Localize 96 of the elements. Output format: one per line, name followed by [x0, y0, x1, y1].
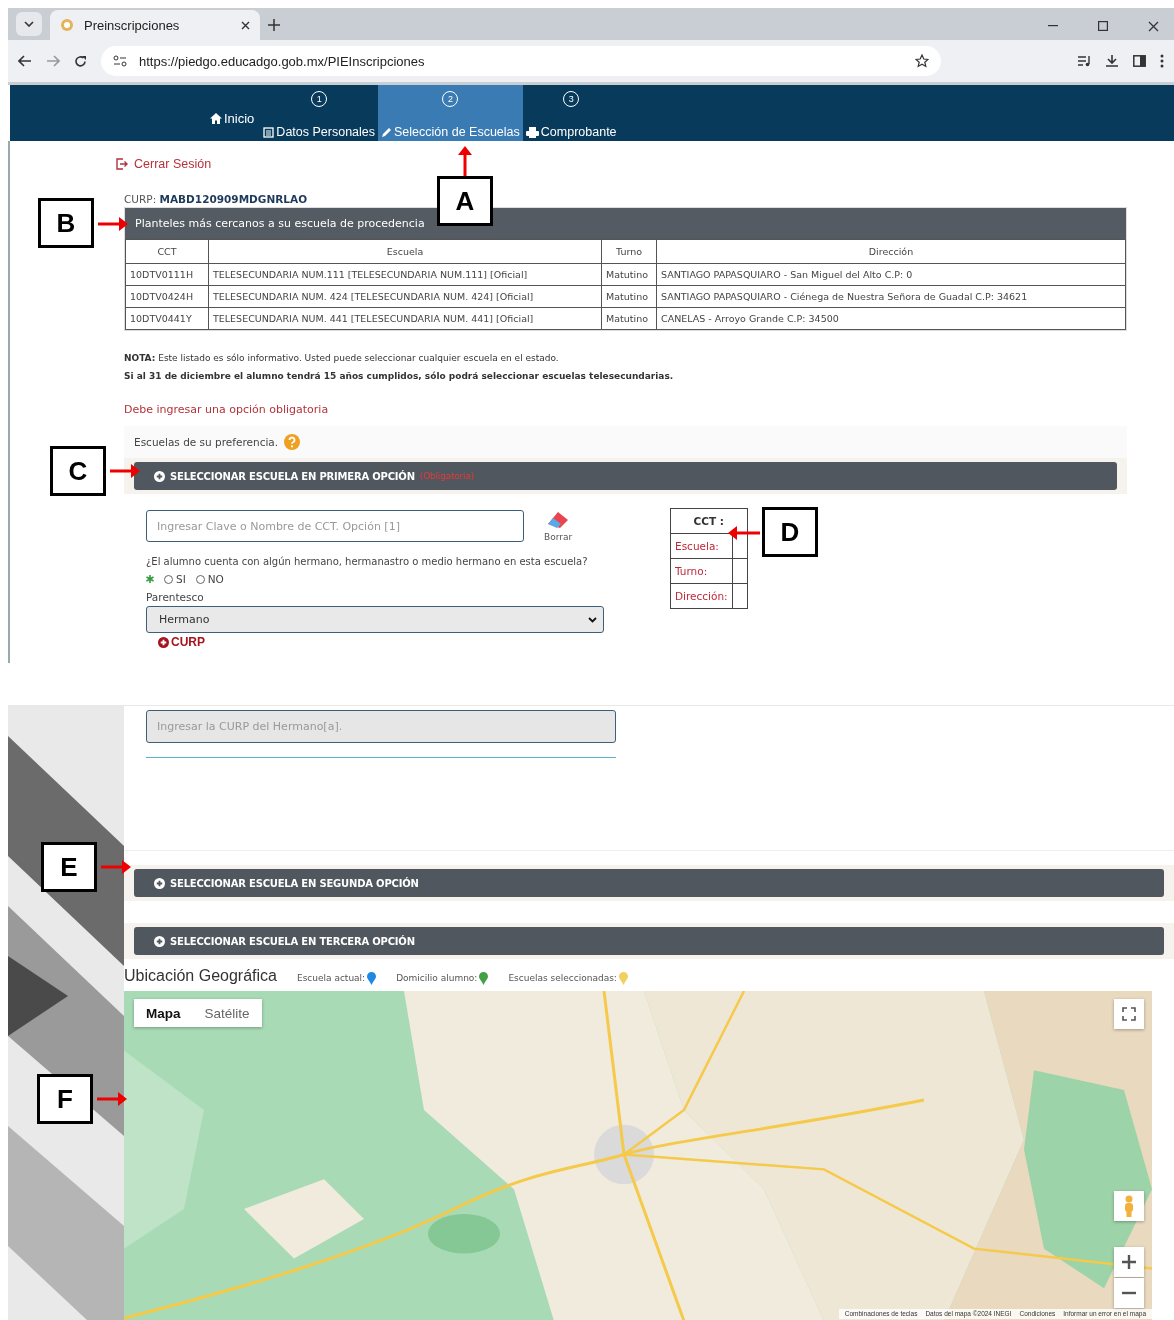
question-text: ¿El alumno cuenta con algún hermano, hermanastro o medio hermano en esta escuela? — [146, 556, 588, 567]
plus-circle-icon — [154, 935, 165, 947]
accordion-header[interactable]: SELECCIONAR ESCUELA EN PRIMERA OPCIÓN (Obligatoria) — [134, 462, 1117, 490]
logout-link[interactable]: Cerrar Sesión — [116, 157, 1174, 171]
section-title: Ubicación Geográfica — [124, 967, 277, 985]
minus-icon — [1122, 1291, 1136, 1295]
side-panel-icon[interactable] — [1133, 55, 1146, 67]
callout-label: B — [38, 198, 94, 248]
fullscreen-button[interactable] — [1114, 999, 1144, 1029]
legend-item: Domicilio alumno: — [396, 971, 489, 985]
table-cell: 10DTV0424H — [125, 285, 209, 308]
legend-item: Escuelas seleccionadas: — [508, 971, 628, 985]
reload-icon[interactable] — [74, 54, 87, 68]
nav-link[interactable]: Inicio — [210, 85, 255, 141]
browser-tab[interactable]: Preinscripciones — [50, 10, 260, 40]
relation-select[interactable]: Hermano — [146, 606, 604, 633]
arrow — [101, 860, 131, 874]
add-curp-link[interactable]: CURP — [158, 635, 205, 649]
callout-label: A — [437, 176, 493, 226]
detail-label: CCT : — [670, 508, 748, 534]
map-type-button[interactable]: Mapa — [134, 999, 193, 1027]
fullscreen-icon — [1122, 1007, 1136, 1021]
table-cell: SANTIAGO PAPASQUIARO - San Miguel del Alto C.P: 0 — [656, 263, 1126, 286]
clear-button[interactable]: Borrar — [544, 510, 573, 542]
arrow — [97, 1092, 127, 1106]
callout-label: D — [762, 507, 818, 557]
arrow — [110, 464, 140, 478]
plus-circle-icon — [154, 877, 165, 889]
table-cell: CANELAS - Arroyo Grande C.P: 34500 — [656, 307, 1126, 330]
tab-list-button[interactable] — [16, 12, 42, 36]
accordion-header[interactable]: SELECCIONAR ESCUELA EN SEGUNDA OPCIÓN — [134, 869, 1164, 897]
radio-option[interactable]: SI — [164, 573, 186, 585]
step-tab[interactable]: 2 Selección de Escuelas — [378, 85, 523, 141]
detail-label: Turno: — [670, 558, 733, 584]
step-tab[interactable]: 3 Comprobante — [522, 85, 620, 141]
column-header: Escuela — [208, 239, 602, 264]
table-cell: Matutino — [601, 263, 657, 286]
section-label: Escuelas de su preferencia. — [134, 436, 279, 448]
column-header: Turno — [601, 239, 657, 264]
printer-icon — [525, 126, 539, 138]
site-logo-icon — [60, 18, 74, 32]
field-label: Parentesco — [146, 591, 204, 603]
callout-label: C — [50, 446, 106, 496]
table-cell: Matutino — [601, 307, 657, 330]
new-tab-icon[interactable] — [268, 19, 280, 31]
radio-option[interactable]: NO — [195, 573, 224, 585]
zoom-out-button[interactable] — [1114, 1278, 1144, 1308]
plus-circle-icon — [158, 636, 169, 648]
arrow — [98, 217, 128, 231]
accordion-header[interactable]: SELECCIONAR ESCUELA EN TERCERA OPCIÓN — [134, 927, 1164, 955]
logout-icon — [116, 158, 128, 170]
map-type-button[interactable]: Satélite — [192, 999, 262, 1027]
minimize-icon[interactable] — [1048, 25, 1058, 27]
table-cell: TELESECUNDARIA NUM. 424 [TELESECUNDARIA NUM. 424] [Oficial] — [208, 285, 602, 308]
step-tab[interactable]: 1 Datos Personales — [260, 85, 379, 141]
curp-field[interactable]: Ingresar la CURP del Hermano[a]. — [146, 710, 616, 743]
bookmark-star-icon[interactable] — [915, 54, 929, 68]
address-bar[interactable]: https://piedgo.educadgo.gob.mx/PIEInscripciones — [101, 46, 941, 76]
chevron-down-icon — [24, 21, 34, 27]
table-cell: SANTIAGO PAPASQUIARO - Ciénega de Nuestra Señora de Guadal C.P: 34621 — [656, 285, 1126, 308]
asterisk-icon — [146, 575, 154, 583]
person-icon — [1123, 1195, 1135, 1217]
table-cell: Matutino — [601, 285, 657, 308]
callout-label: E — [41, 842, 97, 892]
eraser-icon — [546, 510, 571, 530]
media-icon[interactable] — [1077, 55, 1091, 67]
back-icon[interactable] — [18, 55, 32, 67]
form-icon — [263, 126, 275, 138]
column-header: CCT — [125, 239, 209, 264]
arrow — [728, 526, 760, 540]
arrow — [458, 146, 472, 176]
legend-item: Escuela actual: — [296, 971, 377, 985]
zoom-in-button[interactable] — [1114, 1247, 1144, 1277]
warning-text: Debe ingresar una opción obligatoria — [124, 403, 330, 416]
column-header: Dirección — [656, 239, 1126, 264]
pencil-icon — [381, 126, 393, 138]
table-cell: TELESECUNDARIA NUM.111 [TELESECUNDARIA NUM.111] [Oficial] — [208, 263, 602, 286]
table-cell: TELESECUNDARIA NUM. 441 [TELESECUNDARIA NUM. 441] [Oficial] — [208, 307, 602, 330]
note-text: NOTA: Este listado es sólo informativo. Usted puede seleccionar cualquier escuela en el estado. — [124, 353, 559, 363]
close-icon[interactable] — [1147, 20, 1159, 32]
site-settings-icon[interactable] — [113, 55, 127, 67]
table-cell: 10DTV0441Y — [125, 307, 209, 330]
search-field[interactable]: Ingresar Clave o Nombre de CCT. Opción [1] — [146, 510, 524, 542]
menu-icon[interactable] — [1160, 54, 1164, 68]
maximize-icon[interactable] — [1098, 21, 1108, 31]
plus-circle-icon — [154, 470, 165, 482]
download-icon[interactable] — [1105, 54, 1119, 68]
note-text: Si al 31 de diciembre el alumno tendrá 15 años cumplidos, sólo podrá seleccionar escuelas telesecundarias. — [124, 371, 674, 381]
detail-label: Dirección: — [670, 583, 733, 609]
chevron-down-icon — [588, 616, 597, 623]
table-cell: 10DTV0111H — [125, 263, 209, 286]
plus-icon — [1122, 1255, 1136, 1269]
home-icon — [210, 112, 222, 124]
callout-label: F — [37, 1074, 93, 1124]
curp-text: CURP: MABD120909MDGNRLAO — [124, 193, 308, 205]
close-icon[interactable] — [241, 20, 250, 30]
